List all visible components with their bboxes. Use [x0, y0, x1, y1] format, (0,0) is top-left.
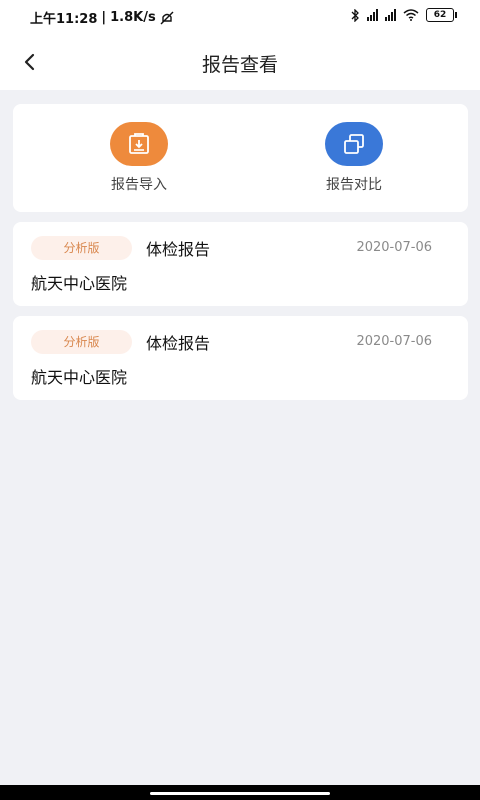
status-bar: 上午11:28 | 1.8K/s 62: [0, 0, 480, 34]
report-title: 体检报告: [146, 240, 211, 259]
home-indicator[interactable]: [150, 792, 330, 795]
page-title: 报告查看: [201, 54, 278, 76]
actions-card: 报告导入 报告对比: [13, 104, 468, 212]
report-hospital: 航天中心医院: [31, 368, 128, 387]
report-compare-label: 报告对比: [326, 177, 382, 193]
status-divider: |: [101, 10, 107, 25]
report-date: 2020-07-06: [356, 334, 432, 349]
status-time: 上午11:28: [30, 12, 98, 27]
report-compare-button[interactable]: 报告对比: [294, 122, 414, 194]
bluetooth-icon: [351, 8, 359, 22]
nav-bar: 报告查看: [0, 34, 480, 90]
report-import-button[interactable]: 报告导入: [79, 122, 199, 194]
report-card[interactable]: 分析版 体检报告 2020-07-06 航天中心医院: [13, 222, 468, 306]
report-import-label: 报告导入: [111, 177, 167, 193]
mute-icon: [160, 11, 174, 24]
report-hospital: 航天中心医院: [31, 274, 128, 293]
report-card[interactable]: 分析版 体检报告 2020-07-06 航天中心医院: [13, 316, 468, 400]
wifi-icon: [403, 9, 419, 21]
import-icon: [110, 122, 168, 166]
analysis-badge: 分析版: [31, 330, 132, 354]
battery-icon: 62: [426, 8, 457, 22]
analysis-badge: 分析版: [31, 236, 132, 260]
signal-icon: [367, 9, 378, 21]
network-speed: 1.8K/s: [110, 10, 156, 25]
report-date: 2020-07-06: [356, 240, 432, 255]
compare-icon: [325, 122, 383, 166]
report-title: 体检报告: [146, 334, 211, 353]
signal-icon-2: [385, 9, 396, 21]
